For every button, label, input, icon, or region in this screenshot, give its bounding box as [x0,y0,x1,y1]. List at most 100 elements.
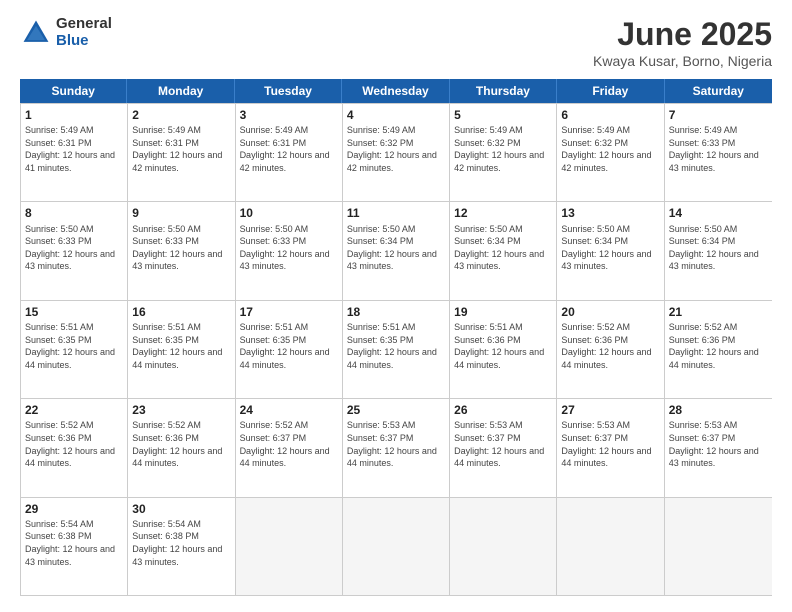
day-info: Sunrise: 5:52 AMSunset: 6:36 PMDaylight:… [132,419,230,469]
day-number: 29 [25,501,123,517]
day-info: Sunrise: 5:52 AMSunset: 6:37 PMDaylight:… [240,419,338,469]
day-info: Sunrise: 5:50 AMSunset: 6:33 PMDaylight:… [240,223,338,273]
calendar-week-5: 29Sunrise: 5:54 AMSunset: 6:38 PMDayligh… [21,497,772,595]
logo-blue: Blue [56,33,112,50]
day-info: Sunrise: 5:49 AMSunset: 6:32 PMDaylight:… [454,124,552,174]
day-number: 30 [132,501,230,517]
day-info: Sunrise: 5:54 AMSunset: 6:38 PMDaylight:… [25,518,123,568]
calendar-cell: 5Sunrise: 5:49 AMSunset: 6:32 PMDaylight… [450,104,557,201]
day-info: Sunrise: 5:53 AMSunset: 6:37 PMDaylight:… [347,419,445,469]
calendar-cell [236,498,343,595]
day-number: 11 [347,205,445,221]
day-number: 15 [25,304,123,320]
day-number: 28 [669,402,768,418]
calendar-cell: 4Sunrise: 5:49 AMSunset: 6:32 PMDaylight… [343,104,450,201]
calendar-cell [665,498,772,595]
day-info: Sunrise: 5:51 AMSunset: 6:35 PMDaylight:… [132,321,230,371]
calendar-header: SundayMondayTuesdayWednesdayThursdayFrid… [20,79,772,103]
day-info: Sunrise: 5:50 AMSunset: 6:33 PMDaylight:… [132,223,230,273]
header: General Blue June 2025 Kwaya Kusar, Born… [20,16,772,69]
day-number: 17 [240,304,338,320]
calendar-cell: 12 Sunrise: 5:50 AMSunset: 6:34 PMDayligh… [450,202,557,299]
day-info: Sunrise: 5:50 AMSunset: 6:34 PMDaylight:… [561,223,659,273]
header-day-sunday: Sunday [20,79,127,103]
day-number: 22 [25,402,123,418]
calendar-cell: 20Sunrise: 5:52 AMSunset: 6:36 PMDayligh… [557,301,664,398]
header-day-wednesday: Wednesday [342,79,449,103]
day-number: 5 [454,107,552,123]
day-number: 27 [561,402,659,418]
day-info: Sunrise: 5:50 AMSunset: 6:34 PMDaylight:… [454,223,552,273]
day-number: 10 [240,205,338,221]
calendar-cell: 1Sunrise: 5:49 AMSunset: 6:31 PMDaylight… [21,104,128,201]
day-info: Sunrise: 5:49 AMSunset: 6:33 PMDaylight:… [669,124,768,174]
day-info: Sunrise: 5:51 AMSunset: 6:35 PMDaylight:… [25,321,123,371]
calendar-cell: 17Sunrise: 5:51 AMSunset: 6:35 PMDayligh… [236,301,343,398]
day-info: Sunrise: 5:51 AMSunset: 6:35 PMDaylight:… [240,321,338,371]
day-number: 3 [240,107,338,123]
calendar-cell: 26Sunrise: 5:53 AMSunset: 6:37 PMDayligh… [450,399,557,496]
day-info: Sunrise: 5:52 AMSunset: 6:36 PMDaylight:… [561,321,659,371]
calendar-title: June 2025 [593,16,772,53]
calendar-cell: 15Sunrise: 5:51 AMSunset: 6:35 PMDayligh… [21,301,128,398]
day-info: Sunrise: 5:51 AMSunset: 6:36 PMDaylight:… [454,321,552,371]
calendar-cell: 27Sunrise: 5:53 AMSunset: 6:37 PMDayligh… [557,399,664,496]
calendar-cell: 25Sunrise: 5:53 AMSunset: 6:37 PMDayligh… [343,399,450,496]
day-info: Sunrise: 5:50 AMSunset: 6:33 PMDaylight:… [25,223,123,273]
calendar-cell: 18Sunrise: 5:51 AMSunset: 6:35 PMDayligh… [343,301,450,398]
day-number: 23 [132,402,230,418]
calendar-cell [557,498,664,595]
title-section: June 2025 Kwaya Kusar, Borno, Nigeria [593,16,772,69]
day-info: Sunrise: 5:49 AMSunset: 6:31 PMDaylight:… [240,124,338,174]
day-number: 4 [347,107,445,123]
calendar-page: General Blue June 2025 Kwaya Kusar, Born… [0,0,792,612]
calendar-cell: 21Sunrise: 5:52 AMSunset: 6:36 PMDayligh… [665,301,772,398]
day-number: 7 [669,107,768,123]
header-day-tuesday: Tuesday [235,79,342,103]
day-info: Sunrise: 5:53 AMSunset: 6:37 PMDaylight:… [561,419,659,469]
day-number: 9 [132,205,230,221]
calendar-week-4: 22Sunrise: 5:52 AMSunset: 6:36 PMDayligh… [21,398,772,496]
day-number: 26 [454,402,552,418]
day-number: 25 [347,402,445,418]
calendar-week-1: 1Sunrise: 5:49 AMSunset: 6:31 PMDaylight… [21,103,772,201]
header-day-thursday: Thursday [450,79,557,103]
calendar-cell: 2Sunrise: 5:49 AMSunset: 6:31 PMDaylight… [128,104,235,201]
calendar-cell: 19Sunrise: 5:51 AMSunset: 6:36 PMDayligh… [450,301,557,398]
day-number: 14 [669,205,768,221]
calendar-cell: 11 Sunrise: 5:50 AMSunset: 6:34 PMDayligh… [343,202,450,299]
day-number: 6 [561,107,659,123]
logo-icon [20,17,52,49]
day-info: Sunrise: 5:52 AMSunset: 6:36 PMDaylight:… [25,419,123,469]
day-number: 21 [669,304,768,320]
calendar-cell: 6Sunrise: 5:49 AMSunset: 6:32 PMDaylight… [557,104,664,201]
day-info: Sunrise: 5:49 AMSunset: 6:31 PMDaylight:… [132,124,230,174]
calendar-cell: 7Sunrise: 5:49 AMSunset: 6:33 PMDaylight… [665,104,772,201]
day-number: 16 [132,304,230,320]
day-info: Sunrise: 5:49 AMSunset: 6:32 PMDaylight:… [347,124,445,174]
day-info: Sunrise: 5:50 AMSunset: 6:34 PMDaylight:… [347,223,445,273]
calendar-subtitle: Kwaya Kusar, Borno, Nigeria [593,53,772,69]
calendar-cell: 22Sunrise: 5:52 AMSunset: 6:36 PMDayligh… [21,399,128,496]
day-info: Sunrise: 5:54 AMSunset: 6:38 PMDaylight:… [132,518,230,568]
day-number: 13 [561,205,659,221]
calendar-cell: 29Sunrise: 5:54 AMSunset: 6:38 PMDayligh… [21,498,128,595]
calendar-cell: 3Sunrise: 5:49 AMSunset: 6:31 PMDaylight… [236,104,343,201]
calendar-cell: 9 Sunrise: 5:50 AMSunset: 6:33 PMDaylight… [128,202,235,299]
calendar-cell: 14Sunrise: 5:50 AMSunset: 6:34 PMDayligh… [665,202,772,299]
calendar-cell: 13 Sunrise: 5:50 AMSunset: 6:34 PMDayligh… [557,202,664,299]
day-info: Sunrise: 5:52 AMSunset: 6:36 PMDaylight:… [669,321,768,371]
calendar-cell: 24Sunrise: 5:52 AMSunset: 6:37 PMDayligh… [236,399,343,496]
day-number: 12 [454,205,552,221]
day-number: 24 [240,402,338,418]
logo: General Blue [20,16,112,49]
day-info: Sunrise: 5:49 AMSunset: 6:31 PMDaylight:… [25,124,123,174]
calendar-week-3: 15Sunrise: 5:51 AMSunset: 6:35 PMDayligh… [21,300,772,398]
calendar-cell [343,498,450,595]
day-number: 2 [132,107,230,123]
logo-general: General [56,16,112,33]
calendar-week-2: 8Sunrise: 5:50 AMSunset: 6:33 PMDaylight… [21,201,772,299]
calendar-body: 1Sunrise: 5:49 AMSunset: 6:31 PMDaylight… [20,103,772,596]
day-number: 18 [347,304,445,320]
day-info: Sunrise: 5:53 AMSunset: 6:37 PMDaylight:… [454,419,552,469]
